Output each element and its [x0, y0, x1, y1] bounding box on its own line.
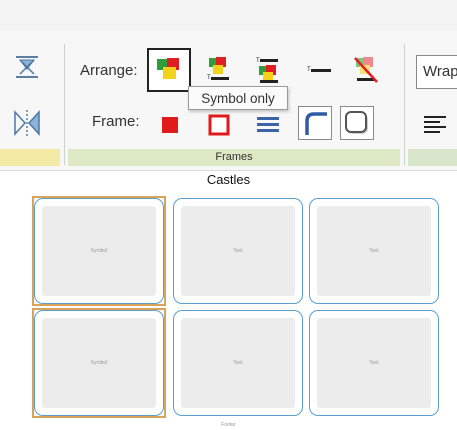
- symbol-only-icon: [155, 56, 183, 84]
- top-bar: [0, 0, 457, 31]
- grid-cell[interactable]: Text: [309, 310, 439, 416]
- svg-text:T: T: [256, 58, 260, 64]
- cell-label: Text: [369, 248, 379, 254]
- distribute-icon[interactable]: [12, 108, 40, 136]
- symbol-text-below-icon[interactable]: T: [205, 56, 233, 84]
- cell-label: Symbol: [90, 360, 108, 366]
- grid-cell[interactable]: Text: [173, 198, 303, 304]
- cell-label: Text: [369, 360, 379, 366]
- arrange-label: Arrange:: [80, 62, 138, 79]
- frame-rounded-corner-button[interactable]: [298, 106, 332, 140]
- wrap-dropdown[interactable]: Wrap: [416, 55, 457, 89]
- frame-outline-icon[interactable]: [207, 113, 235, 141]
- frame-lines-icon[interactable]: [255, 113, 283, 141]
- page-footer: Footer: [221, 422, 236, 428]
- no-symbol-icon[interactable]: [352, 56, 380, 84]
- svg-text:T: T: [207, 75, 211, 81]
- cell-label: Text: [233, 360, 243, 366]
- grid-cell[interactable]: Text: [173, 310, 303, 416]
- page-title: Castles: [206, 172, 251, 187]
- group-label-frames: Frames: [215, 151, 253, 163]
- frame-filled-icon[interactable]: [160, 115, 188, 143]
- grid-cell[interactable]: Text: [309, 198, 439, 304]
- arrange-down-icon[interactable]: [12, 52, 40, 80]
- ribbon-group-band-left: [0, 149, 60, 166]
- grid-cell[interactable]: Symbol: [34, 198, 164, 304]
- group-separator: [64, 44, 65, 165]
- ribbon-group-band-right: [408, 149, 457, 166]
- symbol-text-above-icon[interactable]: T: [255, 56, 283, 84]
- grid-cell[interactable]: Symbol: [34, 310, 164, 416]
- frame-rounded-corner-icon: [305, 112, 327, 135]
- frame-rounded-button[interactable]: [340, 106, 374, 140]
- text-only-icon[interactable]: T: [305, 56, 333, 84]
- frame-rounded-icon: [345, 111, 368, 134]
- group-separator: [404, 44, 405, 165]
- cell-label: Text: [233, 248, 243, 254]
- cell-label: Symbol: [90, 248, 108, 254]
- tooltip: Symbol only: [188, 86, 288, 110]
- align-left-icon[interactable]: [422, 113, 450, 141]
- frame-label: Frame:: [92, 113, 140, 130]
- svg-text:T: T: [307, 67, 311, 73]
